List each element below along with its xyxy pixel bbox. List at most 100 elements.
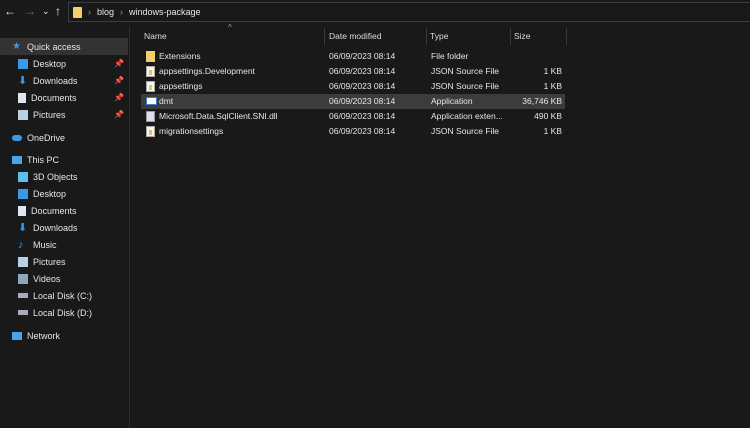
- dll-file-icon: [146, 111, 155, 122]
- desktop-icon: [18, 188, 28, 199]
- sort-ascending-icon: ^: [228, 23, 232, 32]
- file-row[interactable]: appsettings 06/09/2023 08:14 JSON Source F…: [141, 79, 565, 94]
- file-size: 36,746 KB: [522, 96, 562, 106]
- file-type: JSON Source File: [431, 66, 500, 76]
- file-row[interactable]: migrationsettings 06/09/2023 08:14 JSON So…: [141, 124, 565, 139]
- drive-icon: [18, 293, 28, 298]
- sidebar-item-local-disk-d[interactable]: Local Disk (D:): [0, 304, 128, 321]
- sidebar-item-3d-objects[interactable]: 3D Objects: [0, 168, 128, 185]
- column-header-type[interactable]: Type: [430, 31, 448, 41]
- file-date: 06/09/2023 08:14: [329, 51, 396, 61]
- forward-button[interactable]: →: [24, 4, 36, 18]
- up-button[interactable]: ↑: [55, 4, 61, 18]
- sidebar-item-quick-access[interactable]: ★ Quick access: [0, 38, 128, 55]
- documents-icon: [18, 205, 26, 216]
- pictures-icon: [18, 109, 28, 120]
- sidebar-item-onedrive[interactable]: OneDrive: [0, 129, 128, 146]
- file-row-selected[interactable]: dmt 06/09/2023 08:14 Application 36,746 KB: [141, 94, 565, 109]
- sidebar-item-documents-pc[interactable]: Documents: [0, 202, 128, 219]
- sidebar-item-desktop-pc[interactable]: Desktop: [0, 185, 128, 202]
- column-divider[interactable]: [324, 28, 325, 45]
- sidebar-label: Downloads: [33, 75, 78, 86]
- sidebar-item-videos[interactable]: Videos: [0, 270, 128, 287]
- download-icon: ⬇: [18, 74, 28, 87]
- file-date: 06/09/2023 08:14: [329, 96, 396, 106]
- sidebar-label: This PC: [27, 154, 60, 165]
- sidebar-label: Music: [33, 239, 57, 250]
- file-name: dmt: [159, 96, 174, 106]
- file-name: migrationsettings: [159, 126, 224, 136]
- sidebar-label: Desktop: [33, 188, 67, 199]
- folder-icon: [146, 51, 155, 62]
- network-icon: [12, 331, 22, 340]
- file-name: appsettings: [159, 81, 203, 91]
- videos-icon: [18, 273, 28, 284]
- sidebar-label: OneDrive: [27, 132, 66, 143]
- sidebar-item-downloads-pc[interactable]: ⬇ Downloads: [0, 219, 128, 236]
- music-icon: ♪: [18, 238, 24, 251]
- recent-locations-button[interactable]: ⌄: [42, 6, 50, 17]
- folder-icon: [73, 6, 82, 18]
- computer-icon: [12, 155, 22, 164]
- sidebar-item-pictures-pc[interactable]: Pictures: [0, 253, 128, 270]
- file-row[interactable]: Extensions 06/09/2023 08:14 File folder: [141, 49, 565, 64]
- sidebar-label: Local Disk (D:): [33, 307, 93, 318]
- file-date: 06/09/2023 08:14: [329, 81, 396, 91]
- sidebar-label: Downloads: [33, 222, 78, 233]
- application-icon: [146, 97, 157, 105]
- file-date: 06/09/2023 08:14: [329, 111, 396, 121]
- column-divider[interactable]: [566, 28, 567, 45]
- sidebar-label: Network: [27, 330, 61, 341]
- file-row[interactable]: Microsoft.Data.SqlClient.SNI.dll 06/09/20…: [141, 109, 565, 124]
- file-date: 06/09/2023 08:14: [329, 126, 396, 136]
- file-type: JSON Source File: [431, 81, 500, 91]
- sidebar-item-music[interactable]: ♪ Music: [0, 236, 128, 253]
- pin-icon: 📌: [114, 76, 124, 85]
- file-name: Extensions: [159, 51, 201, 61]
- sidebar-item-this-pc[interactable]: This PC: [0, 151, 128, 168]
- file-type: JSON Source File: [431, 126, 500, 136]
- back-button[interactable]: ←: [4, 4, 16, 18]
- file-size: 490 KB: [534, 111, 562, 121]
- file-row[interactable]: appsettings.Development 06/09/2023 08:14 J…: [141, 64, 565, 79]
- sidebar-item-documents[interactable]: Documents 📌: [0, 89, 128, 106]
- column-divider[interactable]: [510, 28, 511, 45]
- sidebar-item-network[interactable]: Network: [0, 327, 128, 344]
- sidebar-item-local-disk-c[interactable]: Local Disk (C:): [0, 287, 128, 304]
- documents-icon: [18, 92, 26, 103]
- column-header-name[interactable]: Name: [144, 31, 167, 41]
- file-type: File folder: [431, 51, 469, 61]
- file-date: 06/09/2023 08:14: [329, 66, 396, 76]
- sidebar-item-downloads[interactable]: ⬇ Downloads 📌: [0, 72, 128, 89]
- pin-icon: 📌: [114, 93, 124, 102]
- navigation-pane: ★ Quick access Desktop 📌 ⬇ Downloads 📌 Docum…: [0, 26, 130, 428]
- file-type: Application exten...: [431, 111, 503, 121]
- address-bar[interactable]: › blog › windows-package: [68, 2, 750, 22]
- sidebar-label: 3D Objects: [33, 171, 78, 182]
- sidebar-label: Pictures: [33, 109, 66, 120]
- column-divider[interactable]: [426, 28, 427, 45]
- breadcrumb-blog[interactable]: blog: [97, 7, 114, 17]
- sidebar-label: Desktop: [33, 58, 67, 69]
- file-size: 1 KB: [543, 126, 562, 136]
- file-size: 1 KB: [543, 66, 562, 76]
- sidebar-label: Documents: [31, 205, 77, 216]
- breadcrumb-windows-package[interactable]: windows-package: [129, 7, 201, 17]
- json-file-icon: [146, 66, 155, 77]
- star-icon: ★: [12, 40, 21, 52]
- json-file-icon: [146, 81, 155, 92]
- file-name: appsettings.Development: [159, 66, 255, 76]
- file-type: Application: [431, 96, 473, 106]
- sidebar-item-desktop[interactable]: Desktop 📌: [0, 55, 128, 72]
- json-file-icon: [146, 126, 155, 137]
- chevron-right-icon: ›: [88, 7, 91, 17]
- sidebar-label: Pictures: [33, 256, 66, 267]
- desktop-icon: [18, 58, 28, 69]
- sidebar-item-pictures[interactable]: Pictures 📌: [0, 106, 128, 123]
- sidebar-label: Videos: [33, 273, 61, 284]
- column-header-date[interactable]: Date modified: [329, 31, 381, 41]
- download-icon: ⬇: [18, 221, 28, 234]
- cube-icon: [18, 171, 28, 182]
- column-header-size[interactable]: Size: [514, 31, 531, 41]
- toolbar: ← → ⌄ ↑ › blog › windows-package: [0, 0, 750, 24]
